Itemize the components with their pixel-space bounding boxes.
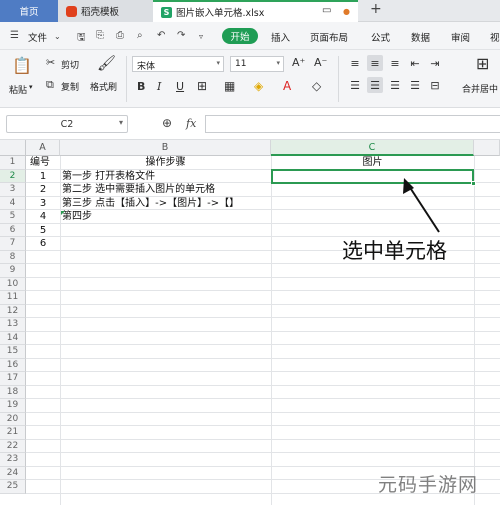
annotation-label: 选中单元格: [342, 239, 447, 263]
watermark: 元码手游网: [378, 474, 479, 496]
arrow-shaft: [408, 185, 440, 233]
